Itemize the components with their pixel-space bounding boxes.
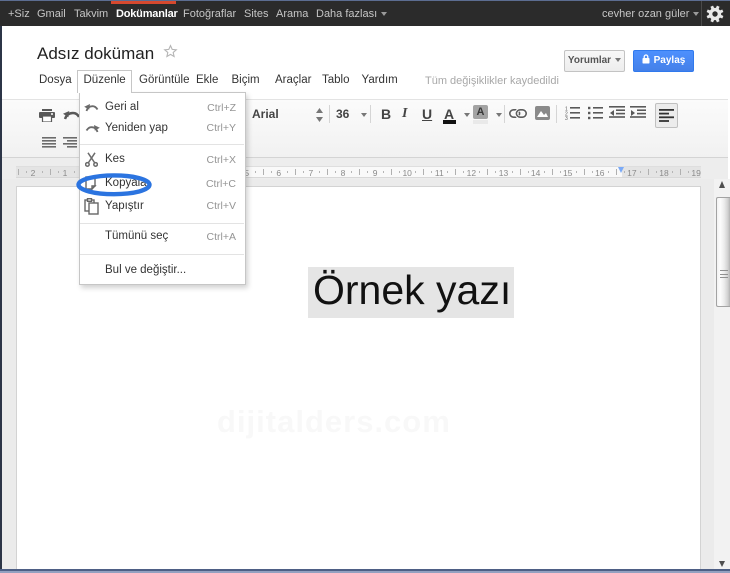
svg-text:3: 3 xyxy=(565,116,568,120)
